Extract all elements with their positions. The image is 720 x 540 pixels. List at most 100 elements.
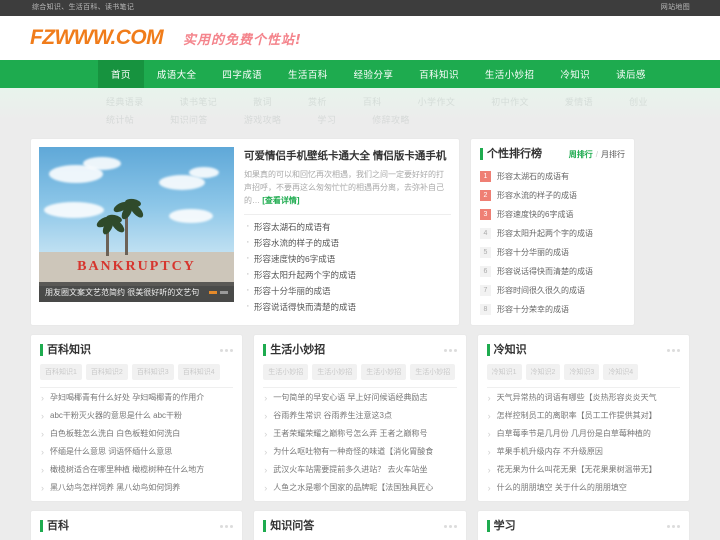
- featured-image-caption[interactable]: 朋友圈文案文艺范简约 很美很好听的文艺句: [39, 282, 234, 302]
- ranking-position-badge: 3: [480, 209, 491, 220]
- more-options-icon[interactable]: [443, 524, 457, 528]
- bottom-section-header: 学习: [486, 519, 680, 533]
- more-options-icon[interactable]: [443, 348, 457, 352]
- category-tag[interactable]: 百科知识4: [177, 364, 220, 380]
- list-item[interactable]: 为什么呕吐物有一种奇怪的味道【消化胃酸食: [263, 443, 456, 461]
- ranking-list-item[interactable]: 4 形容太阳升起两个字的成语: [480, 224, 625, 243]
- ranking-tab-0[interactable]: 周排行: [569, 149, 593, 160]
- featured-related-item[interactable]: 形容太阳升起两个字的成语: [244, 266, 451, 283]
- list-item[interactable]: 怀缅是什么意思 词语怀缅什么意思: [40, 443, 233, 461]
- subnav-item-row1-2[interactable]: 散词: [235, 95, 290, 108]
- ranking-list-item[interactable]: 5 形容十分华丽的成语: [480, 243, 625, 262]
- list-item[interactable]: 一句简单的早安心语 早上好问候语经典励志: [263, 389, 456, 407]
- category-tag[interactable]: 百科知识3: [131, 364, 174, 380]
- list-item[interactable]: 怎样控制员工的离职率【员工工作提供其对】: [487, 407, 680, 425]
- ranking-list-item[interactable]: 6 形容说话得快而清楚的成语: [480, 262, 625, 281]
- nav-item-5[interactable]: 百科知识: [406, 60, 472, 88]
- featured-related-item[interactable]: 形容水流的样子的成语: [244, 234, 451, 251]
- subnav-item-row2-4[interactable]: 修辞攻略: [354, 113, 428, 126]
- nav-item-1[interactable]: 成语大全: [144, 60, 210, 88]
- ranking-list-item[interactable]: 7 形容时间很久很久的成语: [480, 281, 625, 300]
- subnav-item-row1-8[interactable]: 创业: [611, 95, 666, 108]
- category-tag[interactable]: 百科知识1: [40, 364, 82, 380]
- featured-related-item[interactable]: 形容十分华丽的成语: [244, 282, 451, 299]
- category-tag[interactable]: 生活小妙招: [312, 364, 358, 380]
- featured-article-title[interactable]: 可爱情侣手机壁纸卡通大全 情侣版卡通手机: [244, 149, 451, 163]
- ranking-position-badge: 8: [480, 304, 491, 315]
- subnav-item-row1-3[interactable]: 赏析: [290, 95, 345, 108]
- nav-item-3[interactable]: 生活百科: [275, 60, 341, 88]
- category-section: 百科知识百科知识1百科知识2百科知识3百科知识4 孕妇喝椰青有什么好处 孕妇喝椰青…: [30, 334, 244, 502]
- nav-item-0[interactable]: 首页: [98, 60, 144, 88]
- featured-related-item[interactable]: 形容说话得快而清楚的成语: [244, 298, 451, 315]
- nav-item-6[interactable]: 生活小妙招: [472, 60, 548, 88]
- subnav-item-row1-4[interactable]: 百科: [345, 95, 400, 108]
- category-section-header: 生活小妙招: [263, 343, 457, 357]
- ranking-tab-1[interactable]: 月排行: [601, 149, 625, 160]
- carousel-dot-active[interactable]: [209, 290, 217, 294]
- category-tag[interactable]: 生活小妙招: [361, 364, 407, 380]
- ranking-list-item[interactable]: 1 形容太湖石的成语有: [480, 167, 625, 186]
- featured-related-item[interactable]: 形容速度快的6字成语: [244, 250, 451, 267]
- subnav-item-row1-0[interactable]: 经典语录: [88, 95, 162, 108]
- ranking-list-item[interactable]: 2 形容水流的样子的成语: [480, 186, 625, 205]
- sitemap-link[interactable]: 网站地图: [661, 0, 690, 16]
- nav-item-7[interactable]: 冷知识: [547, 60, 603, 88]
- more-options-icon[interactable]: [220, 524, 234, 528]
- category-tag[interactable]: 百科知识2: [85, 364, 128, 380]
- list-item[interactable]: 天气异常热的词语有哪些【炎热形容炎炎天气: [487, 389, 680, 407]
- subnav-item-row2-2[interactable]: 游戏攻略: [226, 113, 300, 126]
- list-item[interactable]: 白草莓季节是几月份 几月份是白草莓种植的: [487, 425, 680, 443]
- category-tag[interactable]: 冷知识1: [486, 364, 522, 380]
- ranking-list: 1 形容太湖石的成语有 2 形容水流的样子的成语 3 形容速度快的6字成语 4 形容太阳升起两…: [480, 167, 625, 319]
- category-article-list: 天气异常热的词语有哪些【炎热形容炎炎天气怎样控制员工的离职率【员工工作提供其对】…: [487, 389, 680, 497]
- category-tag[interactable]: 冷知识2: [525, 364, 561, 380]
- bottom-category-section: 知识问答: [253, 510, 467, 540]
- subnav-item-row1-7[interactable]: 爱情语: [547, 95, 611, 108]
- list-item[interactable]: abc干粉灭火器的意思是什么 abc干粉: [40, 407, 233, 425]
- nav-item-4[interactable]: 经验分享: [341, 60, 407, 88]
- subnav-item-row1-1[interactable]: 读书笔记: [162, 95, 236, 108]
- site-logo[interactable]: FZWWW.COM: [30, 26, 164, 50]
- subnav-item-row2-1[interactable]: 知识问答: [152, 113, 226, 126]
- carousel-dot[interactable]: [220, 290, 228, 294]
- carousel-dots[interactable]: [209, 290, 228, 294]
- list-item[interactable]: 白色板鞋怎么洗白 白色板鞋如何洗白: [40, 425, 233, 443]
- category-section-title: 生活小妙招: [263, 343, 325, 357]
- ranking-list-item[interactable]: 8 形容十分荣幸的成语: [480, 300, 625, 319]
- category-tag[interactable]: 生活小妙招: [263, 364, 309, 380]
- ranking-item-label: 形容时间很久很久的成语: [497, 286, 585, 295]
- category-section-title: 百科知识: [40, 343, 91, 357]
- subnav-item-row1-6[interactable]: 初中作文: [473, 95, 547, 108]
- cloud-icon: [189, 167, 219, 178]
- list-item[interactable]: 什么的朋朋填空 关于什么的朋朋填空: [487, 479, 680, 497]
- ranking-panel: 个性排行榜 周排行 / 月排行 1 形容太湖石的成语有 2 形容水流的样子的成语 3 形容速度…: [470, 138, 635, 326]
- featured-related-item[interactable]: 形容太湖石的成语有: [244, 218, 451, 235]
- more-options-icon[interactable]: [220, 348, 234, 352]
- featured-image[interactable]: BANKRUPTCY 朋友圈文案文艺范简约 很美很好听的文艺句: [39, 147, 234, 302]
- subnav-item-row2-3[interactable]: 学习: [299, 113, 354, 126]
- list-item[interactable]: 武汉火车站需要提前多久进站？ 去火车站坐: [263, 461, 456, 479]
- category-tag[interactable]: 生活小妙招: [410, 364, 456, 380]
- list-item[interactable]: 黑八幼鸟怎样饲养 黑八幼鸟如何饲养: [40, 479, 233, 497]
- category-tag[interactable]: 冷知识4: [603, 364, 639, 380]
- category-tag[interactable]: 冷知识3: [564, 364, 600, 380]
- ranking-position-badge: 4: [480, 228, 491, 239]
- ranking-item-label: 形容太湖石的成语有: [497, 172, 569, 181]
- list-item[interactable]: 花无果为什么叫花无果【无花果果树温带无】: [487, 461, 680, 479]
- nav-item-2[interactable]: 四字成语: [209, 60, 275, 88]
- list-item[interactable]: 橄榄树适合在哪里种植 橄榄树种在什么地方: [40, 461, 233, 479]
- list-item[interactable]: 孕妇喝椰青有什么好处 孕妇喝椰青的作用介: [40, 389, 233, 407]
- list-item[interactable]: 人鱼之水是哪个国家的品牌呢【法国独具匠心: [263, 479, 456, 497]
- more-options-icon[interactable]: [666, 348, 680, 352]
- read-more-link[interactable]: [查看详情]: [262, 196, 299, 205]
- ranking-list-item[interactable]: 3 形容速度快的6字成语: [480, 205, 625, 224]
- subnav-item-row1-5[interactable]: 小学作文: [400, 95, 474, 108]
- list-item[interactable]: 苹果手机升级内存 不升级原因: [487, 443, 680, 461]
- list-item[interactable]: 谷雨养生常识 谷雨养生注意这3点: [263, 407, 456, 425]
- list-item[interactable]: 王者荣耀荣耀之巅称号怎么弄 王者之巅称号: [263, 425, 456, 443]
- nav-item-8[interactable]: 读后感: [603, 60, 659, 88]
- more-options-icon[interactable]: [666, 524, 680, 528]
- bottom-section-header: 知识问答: [263, 519, 457, 533]
- subnav-item-row2-0[interactable]: 统计帖: [88, 113, 152, 126]
